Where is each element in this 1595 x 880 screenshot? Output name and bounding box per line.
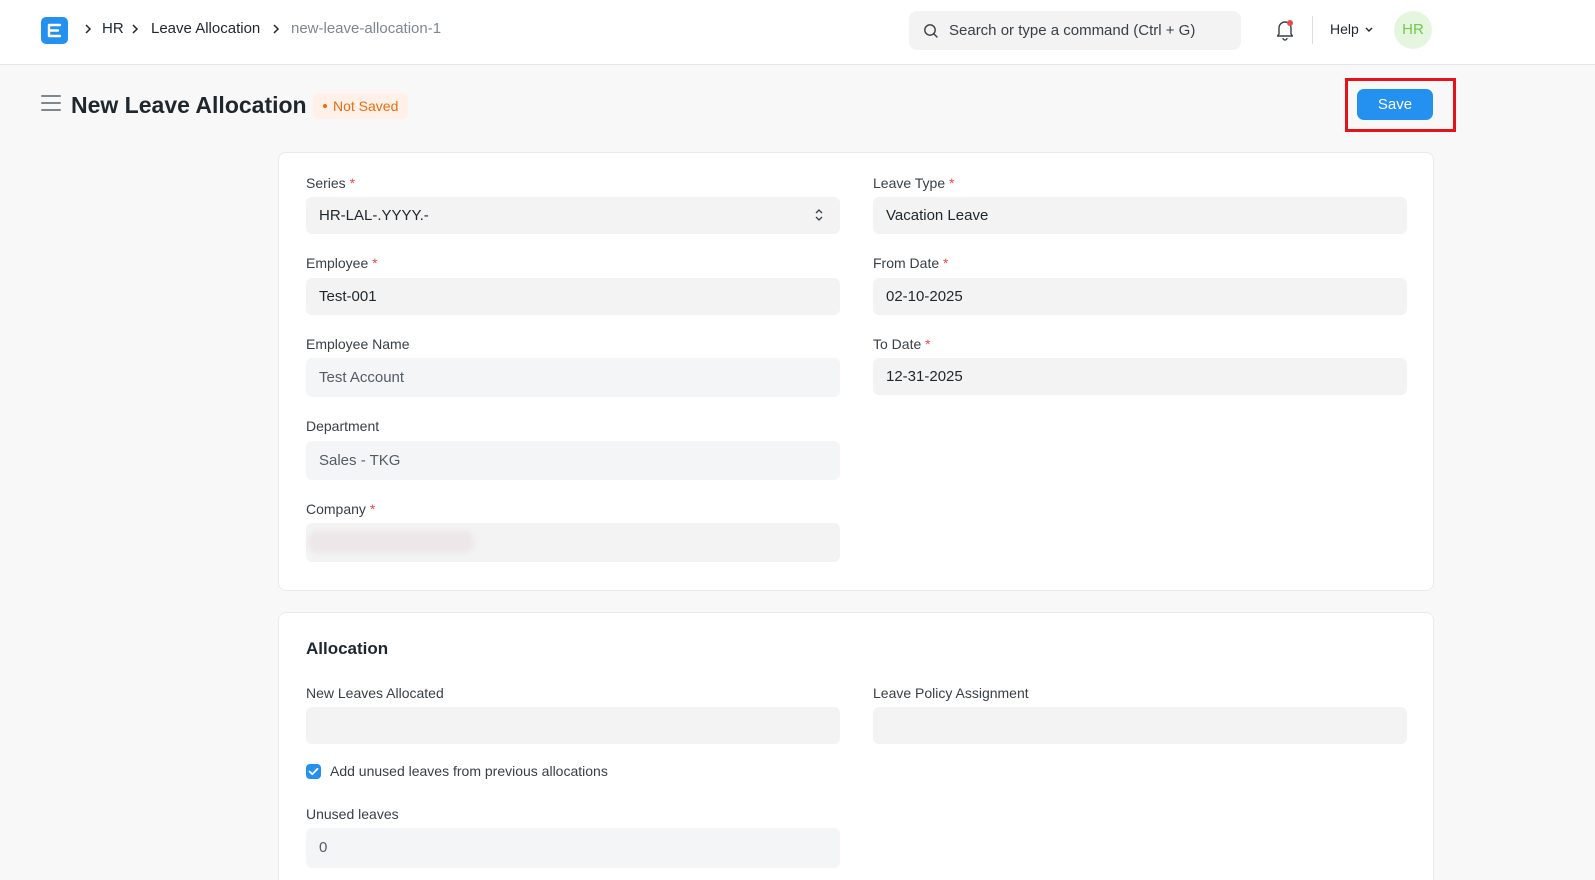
navbar: HR Leave Allocation new-leave-allocation… xyxy=(0,0,1595,65)
series-select[interactable]: HR-LAL-.YYYY.- xyxy=(306,197,840,234)
details-section: Series * HR-LAL-.YYYY.- Leave Type * Vac… xyxy=(278,152,1434,591)
navbar-divider xyxy=(1312,16,1313,44)
leave-policy-assignment-label: Leave Policy Assignment xyxy=(873,685,1029,701)
breadcrumb-leave-allocation[interactable]: Leave Allocation xyxy=(151,19,260,39)
leave-type-field[interactable]: Vacation Leave xyxy=(873,197,1407,234)
employee-label: Employee * xyxy=(306,255,378,271)
carry-forward-label[interactable]: Add unused leaves from previous allocati… xyxy=(330,763,608,779)
from-date-field[interactable]: 02-10-2025 xyxy=(873,278,1407,315)
search-placeholder: Search or type a command (Ctrl + G) xyxy=(949,22,1196,39)
new-leaves-allocated-label: New Leaves Allocated xyxy=(306,685,444,701)
app-logo-icon[interactable] xyxy=(41,17,68,44)
new-leaves-allocated-field[interactable] xyxy=(306,707,840,744)
company-label: Company * xyxy=(306,501,376,517)
carry-forward-checkbox[interactable] xyxy=(306,764,321,779)
allocation-section-title: Allocation xyxy=(306,639,389,658)
department-field: Sales - TKG xyxy=(306,441,840,480)
search-bar[interactable]: Search or type a command (Ctrl + G) xyxy=(909,11,1241,50)
breadcrumb-chevron-icon xyxy=(273,24,280,34)
breadcrumb-chevron-icon xyxy=(132,24,139,34)
company-field[interactable] xyxy=(306,523,840,562)
help-dropdown[interactable]: Help xyxy=(1330,21,1359,37)
checkmark-icon xyxy=(308,767,319,776)
to-date-label: To Date * xyxy=(873,336,931,352)
breadcrumb-chevron-icon xyxy=(85,24,92,34)
department-label: Department xyxy=(306,418,380,434)
to-date-field[interactable]: 12-31-2025 xyxy=(873,358,1407,395)
unused-leaves-field: 0 xyxy=(306,828,840,868)
search-icon xyxy=(924,24,938,38)
breadcrumb-current-doc[interactable]: new-leave-allocation-1 xyxy=(291,19,441,39)
leave-type-label: Leave Type * xyxy=(873,175,955,191)
leave-policy-assignment-field[interactable] xyxy=(873,707,1407,744)
user-avatar[interactable]: HR xyxy=(1394,11,1432,49)
notification-bell-icon[interactable] xyxy=(1275,19,1295,41)
allocation-section: Allocation New Leaves Allocated Leave Po… xyxy=(278,612,1434,880)
employee-field[interactable]: Test-001 xyxy=(306,278,840,315)
select-arrows-icon xyxy=(815,209,823,221)
breadcrumb-hr[interactable]: HR xyxy=(102,19,124,39)
page-title: New Leave Allocation xyxy=(71,92,307,118)
employee-name-label: Employee Name xyxy=(306,336,410,352)
unused-leaves-label: Unused leaves xyxy=(306,806,399,822)
sidebar-toggle-icon[interactable] xyxy=(41,95,61,113)
status-badge: Not Saved xyxy=(313,93,409,119)
series-label: Series * xyxy=(306,175,356,191)
employee-name-field: Test Account xyxy=(306,358,840,397)
chevron-down-icon[interactable] xyxy=(1364,26,1374,34)
from-date-label: From Date * xyxy=(873,255,949,271)
save-button[interactable]: Save xyxy=(1357,89,1433,120)
redacted-company-value xyxy=(308,531,474,553)
